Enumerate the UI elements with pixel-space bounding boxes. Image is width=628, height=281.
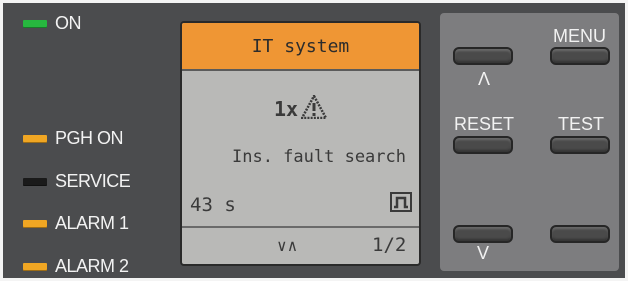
menu-button[interactable] [550,47,610,65]
fault-count: 1x [273,97,299,121]
fault-count-line: 1x [182,93,419,121]
led-service-row: SERVICE [23,171,131,192]
up-button[interactable] [453,47,513,65]
test-button[interactable] [550,136,610,154]
menu-label: MENU [553,26,606,46]
timer-value: 43 s [190,194,236,216]
lcd-display: IT system 1x Ins. fault search 43 s ∨∧ 1… [180,21,421,266]
reset-button[interactable] [453,136,513,154]
led-service-label: SERVICE [55,171,131,191]
led-pgh-on-row: PGH ON [23,128,124,149]
reset-label: RESET [454,114,515,134]
led-on-row: ON [23,13,82,34]
up-arrow-label: Λ [478,69,491,89]
led-alarm1-label: ALARM 1 [55,213,129,233]
service-led [23,177,47,186]
display-header: IT system [182,23,419,71]
down-button[interactable] [453,225,513,243]
on-led [23,19,47,28]
keypad: MENU Λ RESET TEST V [440,13,619,271]
down-arrow-label: V [477,243,490,263]
alarm-2-led [23,262,47,271]
display-footer: ∨∧ 1/2 [182,226,419,264]
pulse-signal-icon [390,192,412,212]
warning-triangle-icon [299,93,329,120]
led-on-label: ON [55,13,82,33]
page-indicator: 1/2 [372,234,407,256]
blank-button[interactable] [550,225,610,243]
device-front-panel: ON PGH ON SERVICE ALARM 1 ALARM 2 IT sys… [0,0,628,281]
led-alarm2-row: ALARM 2 [23,256,129,277]
pgh-on-led [23,134,47,143]
led-alarm2-label: ALARM 2 [55,256,129,276]
fault-message: Ins. fault search [232,147,406,167]
alarm-1-led [23,219,47,228]
led-alarm1-row: ALARM 1 [23,213,129,234]
test-label: TEST [558,114,605,134]
led-pgh-on-label: PGH ON [55,128,124,148]
nav-arrows-indicator: ∨∧ [277,236,299,255]
